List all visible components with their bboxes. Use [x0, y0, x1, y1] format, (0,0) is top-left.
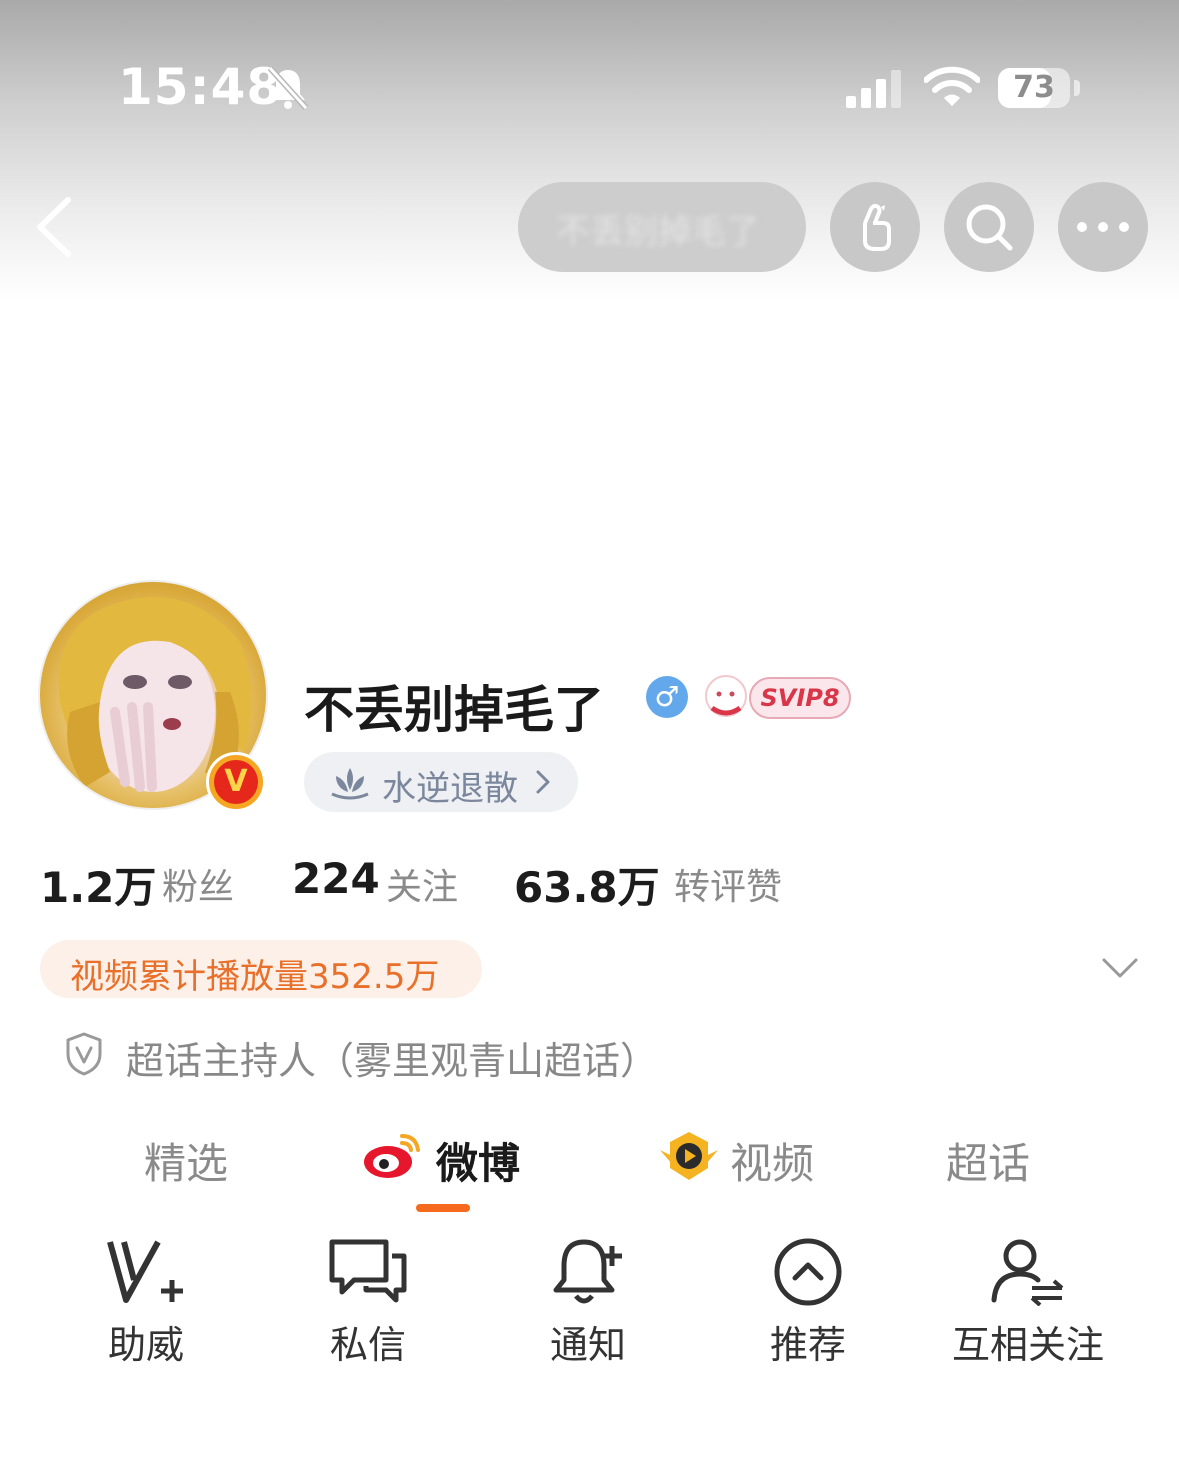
- notify-label: 通知: [549, 1323, 626, 1367]
- title-badge-text: 水逆退散: [382, 769, 518, 809]
- chat-bubble-icon: [329, 1239, 407, 1303]
- search-icon: [966, 204, 1013, 251]
- likes-count[interactable]: 63.8万: [514, 854, 660, 915]
- verified-v-icon: V: [214, 760, 258, 804]
- video-views-badge[interactable]: 视频累计播放量352.5万: [40, 940, 482, 998]
- lotus-icon: [331, 768, 369, 800]
- chevron-down-icon[interactable]: [1100, 952, 1140, 982]
- cheer-button[interactable]: 助威: [56, 1236, 236, 1369]
- user-swap-icon: [991, 1239, 1064, 1306]
- cheer-v-plus-icon: [107, 1240, 183, 1303]
- tab-video[interactable]: 视频: [730, 1130, 814, 1191]
- back-icon[interactable]: [30, 192, 80, 262]
- followers-label[interactable]: 粉丝: [162, 858, 234, 910]
- chevron-up-circle-icon: [774, 1238, 842, 1306]
- more-icon: [1077, 222, 1129, 232]
- battery-nub: [1074, 80, 1080, 96]
- message-button[interactable]: 私信: [278, 1236, 458, 1369]
- nav-name-pill[interactable]: 不丢别掉毛了: [518, 182, 806, 272]
- battery-indicator: 73: [998, 68, 1070, 108]
- tab-featured[interactable]: 精选: [144, 1130, 228, 1191]
- video-views-text: 视频累计播放量352.5万: [70, 957, 440, 997]
- super-topic-host-info[interactable]: 超话主持人（雾里观青山超话）: [126, 1030, 658, 1085]
- followers-count[interactable]: 1.2万: [40, 854, 156, 915]
- recommend-label: 推荐: [769, 1323, 846, 1367]
- video-channel-icon: [660, 1132, 718, 1180]
- verified-badge: V: [206, 752, 266, 812]
- tab-weibo[interactable]: 微博: [436, 1130, 520, 1191]
- search-button[interactable]: [944, 182, 1034, 272]
- recommend-button[interactable]: 推荐: [718, 1236, 898, 1369]
- active-tab-indicator: [416, 1204, 470, 1212]
- mutual-follow-label: 互相关注: [951, 1323, 1104, 1367]
- signal-icon: [846, 70, 901, 108]
- cheer-label: 助威: [107, 1323, 184, 1367]
- tab-super-topic[interactable]: 超话: [946, 1130, 1030, 1191]
- heart-gesture-button[interactable]: [830, 182, 920, 272]
- nav-name-text: 不丢别掉毛了: [556, 212, 760, 252]
- status-time: 15:48: [118, 58, 283, 116]
- male-icon: ♂: [646, 676, 688, 718]
- chevron-right-icon: [536, 770, 550, 794]
- wifi-icon: [924, 66, 980, 106]
- battery-percent: 73: [1013, 70, 1055, 105]
- svip-text: SVIP8: [760, 684, 839, 712]
- mutual-follow-button[interactable]: 互相关注: [938, 1236, 1118, 1369]
- more-button[interactable]: [1058, 182, 1148, 272]
- message-label: 私信: [329, 1323, 406, 1367]
- bell-off-icon: [267, 65, 309, 111]
- following-label[interactable]: 关注: [386, 858, 458, 910]
- following-count[interactable]: 224: [292, 854, 380, 903]
- shield-v-icon: [66, 1032, 102, 1076]
- finger-heart-icon: [863, 203, 891, 251]
- notify-button[interactable]: 通知: [498, 1236, 678, 1369]
- svip-badge[interactable]: SVIP8: [702, 668, 852, 724]
- likes-label[interactable]: 转评赞: [674, 858, 782, 910]
- weibo-logo-icon: [364, 1134, 420, 1178]
- username: 不丢别掉毛了: [304, 681, 604, 739]
- bell-plus-icon: [553, 1239, 622, 1304]
